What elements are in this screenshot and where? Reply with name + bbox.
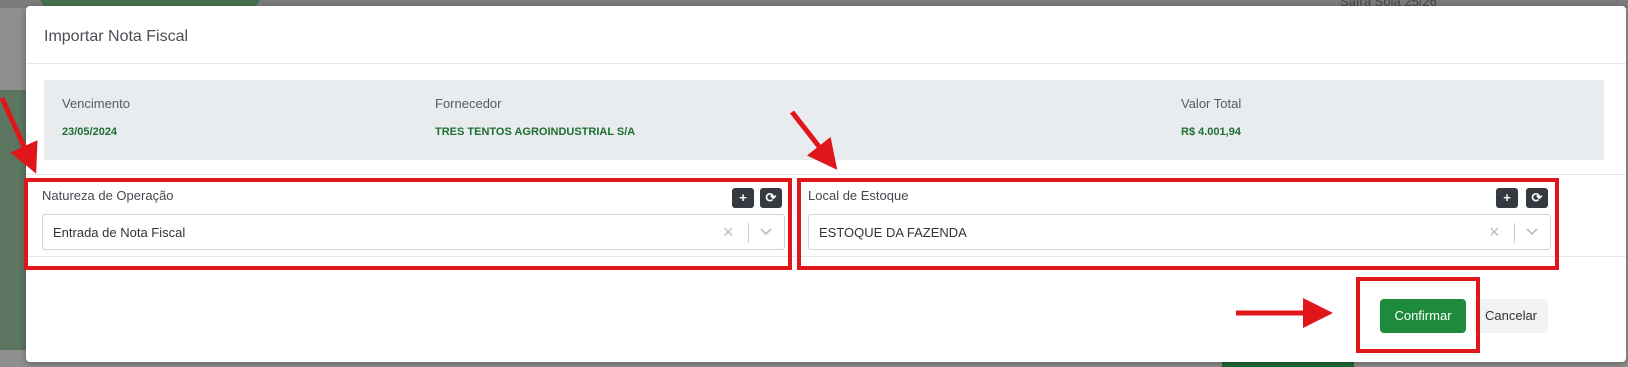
fornecedor-value: TRES TENTOS AGROINDUSTRIAL S/A [435,126,636,138]
divider [26,174,1626,175]
modal-title: Importar Nota Fiscal [44,28,189,45]
valor-total-column: Valor Total R$ 4.001,94 [1181,96,1241,138]
fornecedor-label: Fornecedor [435,96,502,111]
fornecedor-column: Fornecedor TRES TENTOS AGROINDUSTRIAL S/… [435,96,635,138]
background-sidebar [0,90,26,350]
annotation-box-confirm [1356,277,1480,353]
annotation-box-local-estoque [797,178,1559,270]
vencimento-column: Vencimento 23/05/2024 [62,96,130,138]
modal-header: Importar Nota Fiscal [26,6,1626,64]
vencimento-label: Vencimento [62,96,130,111]
cancel-button[interactable]: Cancelar [1474,299,1548,333]
invoice-summary-box: Vencimento 23/05/2024 Fornecedor TRES TE… [44,80,1604,160]
valor-total-label: Valor Total [1181,96,1242,111]
annotation-box-natureza [24,178,792,270]
vencimento-value: 23/05/2024 [62,126,118,138]
valor-total-value: R$ 4.001,94 [1181,126,1241,138]
